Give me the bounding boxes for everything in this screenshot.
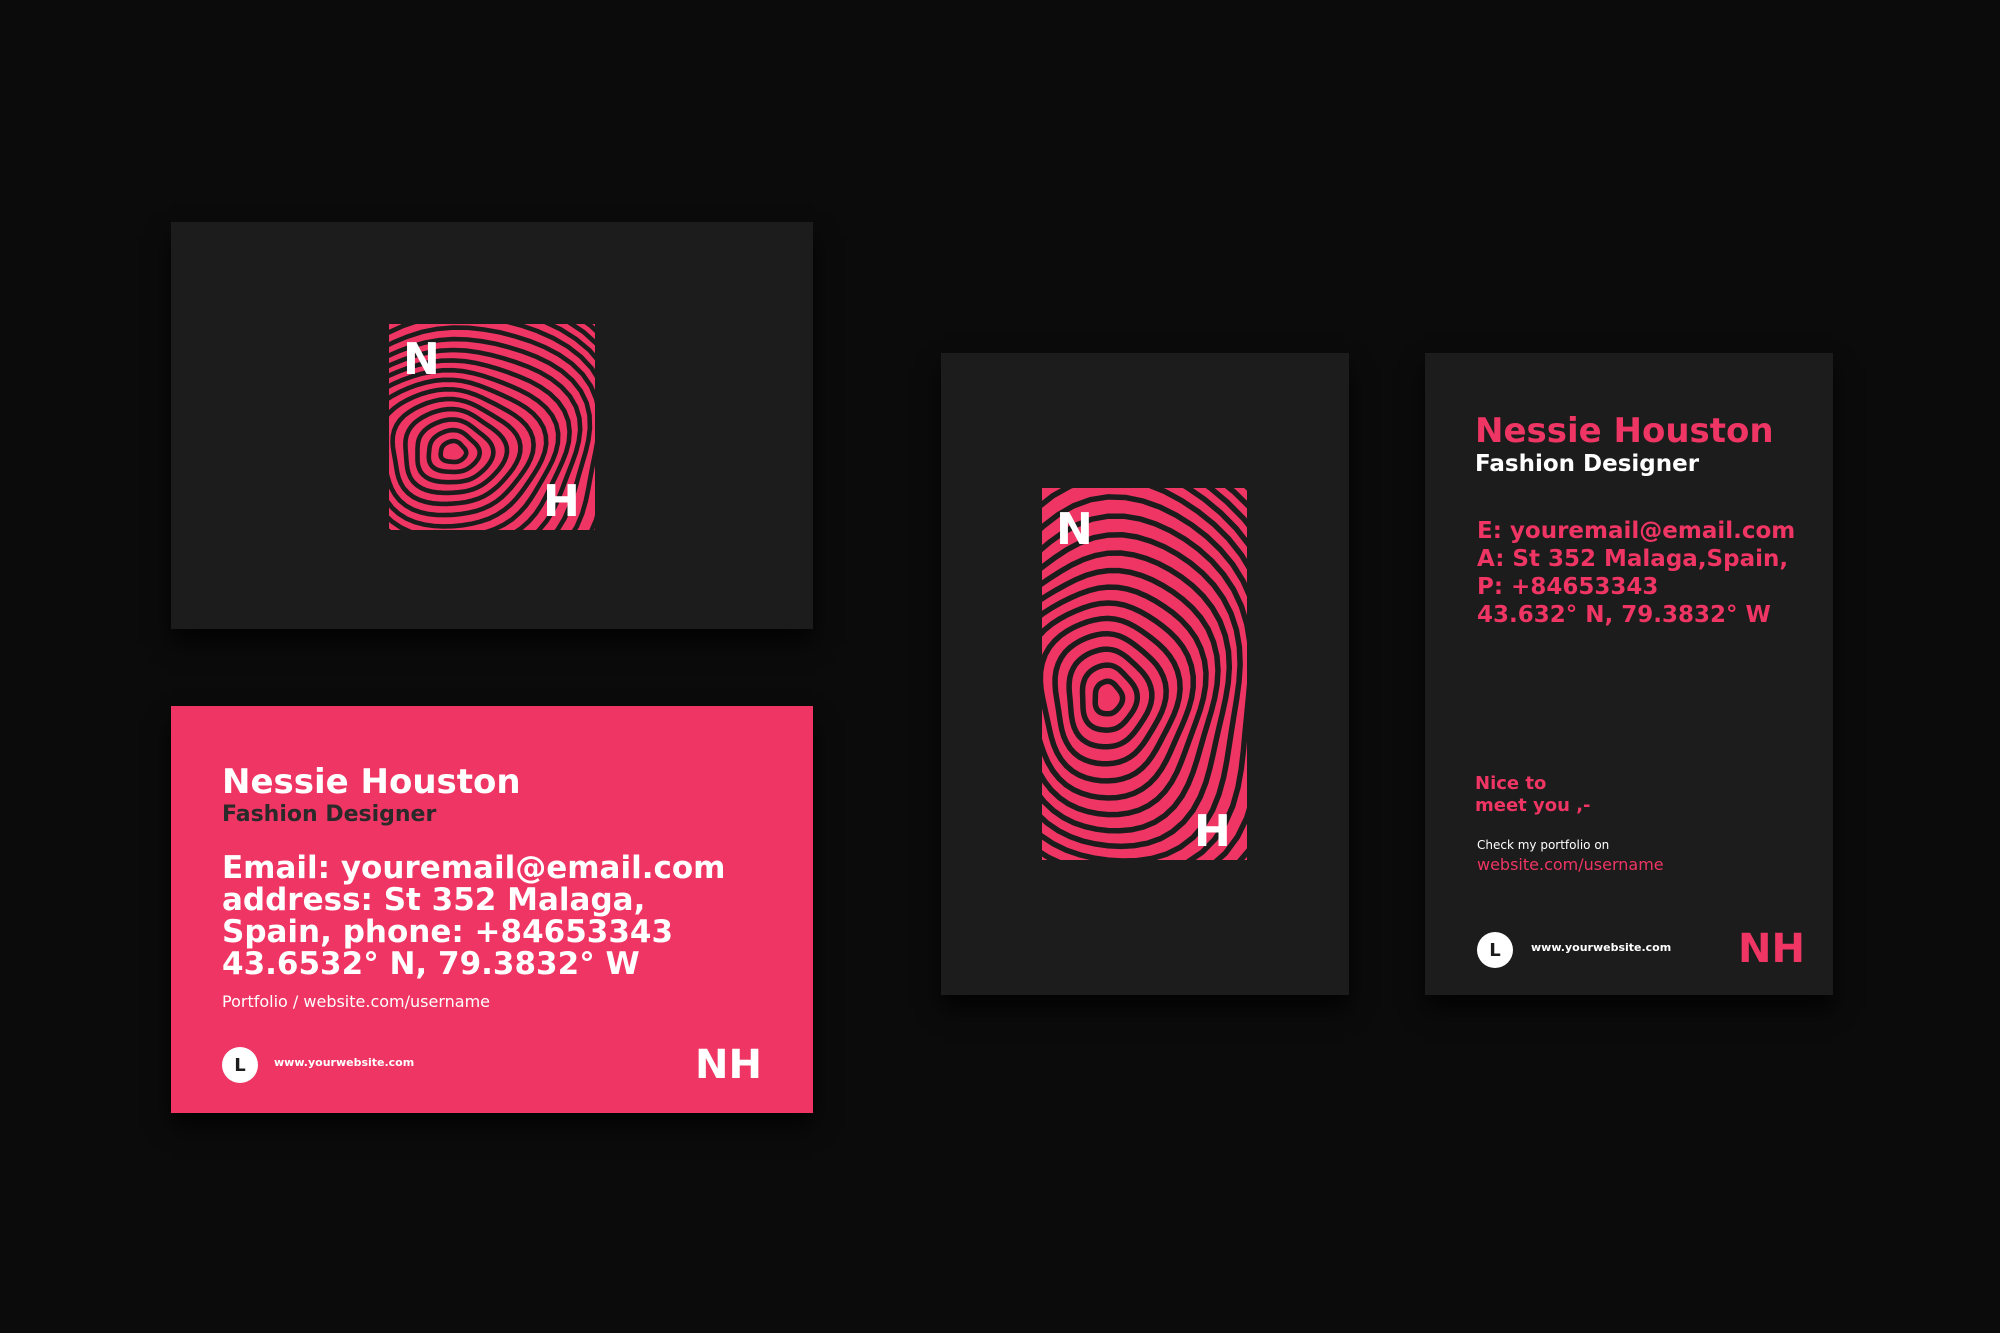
business-card-back-horizontal: Nessie Houston Fashion Designer Email: y… — [171, 706, 813, 1113]
company-logo-badge: L — [222, 1047, 258, 1083]
contact-line: Email: youremail@email.com — [222, 850, 726, 886]
contact-line: 43.632° N, 79.3832° W — [1477, 602, 1771, 628]
greeting: Nice to meet you ,- — [1475, 773, 1591, 817]
business-card-front-vertical: N H — [941, 353, 1349, 995]
greeting-line: meet you ,- — [1475, 795, 1591, 816]
logo-letter-n: N — [1056, 504, 1093, 555]
monogram: NH — [1738, 926, 1805, 972]
contact-block: E: youremail@email.com A: St 352 Malaga,… — [1477, 517, 1795, 629]
company-logo-badge: L — [1477, 932, 1513, 968]
business-card-back-vertical: Nessie Houston Fashion Designer E: youre… — [1425, 353, 1833, 995]
person-role: Fashion Designer — [222, 802, 437, 827]
portfolio-label: Check my portfolio on — [1477, 838, 1610, 852]
website-url: www.yourwebsite.com — [1531, 941, 1672, 954]
contact-line: E: youremail@email.com — [1477, 518, 1796, 544]
monogram: NH — [695, 1042, 762, 1088]
contact-line: Spain, phone: +84653343 — [222, 914, 674, 950]
contact-line: A: St 352 Malaga,Spain, — [1477, 546, 1789, 572]
portfolio-link: website.com/username — [1477, 855, 1664, 874]
contact-line: 43.6532° N, 79.3832° W — [222, 946, 640, 982]
person-name: Nessie Houston — [222, 762, 521, 802]
person-role: Fashion Designer — [1475, 451, 1700, 477]
logo-letter-h: H — [543, 476, 580, 527]
contact-line: P: +84653343 — [1477, 574, 1659, 600]
nh-logo-mark-tall: N H — [1042, 488, 1247, 860]
greeting-line: Nice to — [1475, 773, 1547, 794]
portfolio-link: Portfolio / website.com/username — [222, 992, 491, 1011]
person-name: Nessie Houston — [1475, 411, 1774, 451]
contact-block: Email: youremail@email.com address: St 3… — [222, 852, 782, 980]
business-card-front-horizontal: N H — [171, 222, 813, 629]
logo-letter-n: N — [403, 334, 440, 385]
nh-logo-mark: N H — [389, 324, 595, 530]
website-url: www.yourwebsite.com — [274, 1056, 415, 1069]
contact-line: address: St 352 Malaga, — [222, 882, 646, 918]
logo-letter-h: H — [1194, 806, 1231, 857]
